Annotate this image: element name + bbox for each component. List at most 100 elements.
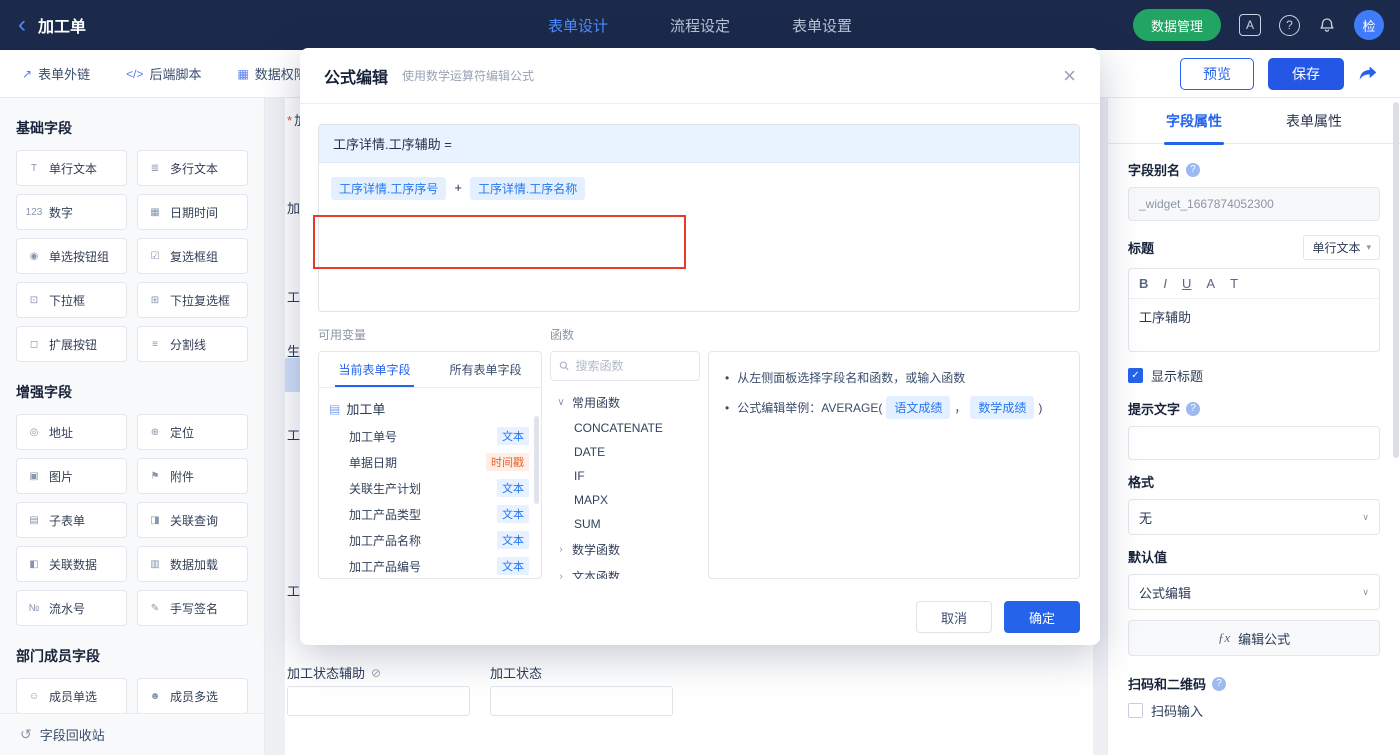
- notification-bell-icon[interactable]: [1318, 16, 1336, 34]
- help-question-icon[interactable]: ?: [1212, 676, 1227, 691]
- variables-group-row[interactable]: ▤ 加工单: [319, 394, 541, 423]
- type-badge: 文本: [497, 531, 529, 549]
- help-question-icon[interactable]: ?: [1186, 162, 1201, 177]
- variable-row[interactable]: 加工单号 文本: [319, 423, 541, 449]
- tab-current-form-fields[interactable]: 当前表单字段: [319, 352, 430, 387]
- function-group-text[interactable]: › 文本函数: [552, 563, 698, 579]
- function-item[interactable]: SUM: [552, 512, 698, 536]
- confirm-button[interactable]: 确定: [1004, 601, 1080, 633]
- field-button-serial-number[interactable]: № 流水号: [16, 590, 127, 626]
- default-value-select[interactable]: 公式编辑 ∨: [1128, 574, 1380, 610]
- clipped-field-label: 工: [287, 428, 301, 443]
- title-label: 标题: [1128, 241, 1155, 256]
- italic-button[interactable]: I: [1163, 276, 1167, 291]
- field-button-member-multi[interactable]: ☻ 成员多选: [137, 678, 248, 714]
- hint-input[interactable]: [1128, 426, 1380, 460]
- field-button-checkbox-group[interactable]: ☑ 复选框组: [137, 238, 248, 274]
- status-helper-field-label: 加工状态辅助 ⊘: [287, 663, 381, 682]
- data-permission-button[interactable]: ▦ 数据权限: [237, 64, 306, 83]
- function-group-math[interactable]: › 数学函数: [552, 536, 698, 563]
- type-badge: 文本: [497, 427, 529, 445]
- scrollbar-thumb[interactable]: [534, 416, 539, 504]
- function-item[interactable]: MAPX: [552, 488, 698, 512]
- save-button[interactable]: 保存: [1268, 57, 1344, 90]
- underline-button[interactable]: U: [1182, 276, 1191, 291]
- field-button-linked-query[interactable]: ◨ 关联查询: [137, 502, 248, 538]
- formula-editor-box: 工序详情.工序辅助 = 工序详情.工序序号 + 工序详情.工序名称: [318, 124, 1080, 312]
- edit-formula-button[interactable]: ƒx 编辑公式: [1128, 620, 1380, 656]
- formula-field-tag[interactable]: 工序详情.工序序号: [331, 177, 447, 200]
- field-button-linked-data[interactable]: ◧ 关联数据: [16, 546, 127, 582]
- field-button-image[interactable]: ▣ 图片: [16, 458, 127, 494]
- field-button-radio-group[interactable]: ◉ 单选按钮组: [16, 238, 127, 274]
- show-title-checkbox[interactable]: ✓: [1128, 368, 1143, 383]
- preview-button[interactable]: 预览: [1180, 57, 1254, 90]
- scrollbar-thumb[interactable]: [1393, 102, 1399, 458]
- cancel-button[interactable]: 取消: [916, 601, 992, 633]
- field-button-single-line-text[interactable]: T 单行文本: [16, 150, 127, 186]
- font-size-button[interactable]: T: [1230, 276, 1238, 291]
- field-recycle-bin[interactable]: ↺ 字段回收站: [0, 713, 264, 755]
- function-item[interactable]: CONCATENATE: [552, 416, 698, 440]
- scan-input-checkbox[interactable]: [1128, 703, 1143, 718]
- back-icon[interactable]: ‹: [16, 13, 28, 37]
- backend-script-button[interactable]: </> 后端脚本: [126, 64, 201, 83]
- field-button-attachment[interactable]: ⚑ 附件: [137, 458, 248, 494]
- field-button-datetime[interactable]: ▦ 日期时间: [137, 194, 248, 230]
- status-input[interactable]: [490, 686, 673, 716]
- field-button-number[interactable]: 123 数字: [16, 194, 127, 230]
- formula-field-tag[interactable]: 工序详情.工序名称: [469, 177, 586, 200]
- language-icon[interactable]: A: [1239, 14, 1261, 36]
- tab-form-settings[interactable]: 表单设置: [792, 15, 852, 36]
- formula-content-area[interactable]: 工序详情.工序序号 + 工序详情.工序名称: [319, 163, 1079, 311]
- title-editor-content[interactable]: 工序辅助: [1129, 299, 1379, 351]
- help-icon[interactable]: ?: [1279, 14, 1300, 36]
- function-item[interactable]: IF: [552, 464, 698, 488]
- field-button-dropdown-multiselect[interactable]: ⊞ 下拉复选框: [137, 282, 248, 318]
- variable-row[interactable]: 加工产品名称 文本: [319, 527, 541, 553]
- tab-all-form-fields[interactable]: 所有表单字段: [430, 352, 541, 387]
- tab-flow-settings[interactable]: 流程设定: [670, 15, 730, 36]
- field-alias-input[interactable]: [1128, 187, 1380, 221]
- field-button-multiline-text[interactable]: ≣ 多行文本: [137, 150, 248, 186]
- data-manage-button[interactable]: 数据管理: [1132, 9, 1221, 41]
- type-badge: 文本: [497, 557, 529, 575]
- variable-row[interactable]: 关联生产计划 文本: [319, 475, 541, 501]
- signature-icon: ✎: [150, 602, 160, 614]
- variable-row[interactable]: 加工产品编号 文本: [319, 553, 541, 578]
- title-type-select[interactable]: 单行文本 ▾: [1303, 235, 1380, 260]
- field-button-address[interactable]: ◎ 地址: [16, 414, 127, 450]
- share-icon[interactable]: [1358, 65, 1378, 83]
- close-icon[interactable]: ×: [1063, 64, 1076, 87]
- field-button-member-single[interactable]: ☺ 成员单选: [16, 678, 127, 714]
- tab-form-properties[interactable]: 表单属性: [1284, 97, 1344, 145]
- variable-row[interactable]: 单据日期 时间戳: [319, 449, 541, 475]
- formula-target-bar: 工序详情.工序辅助 =: [319, 125, 1079, 163]
- formula-target: 工序详情.工序辅助 =: [333, 137, 452, 152]
- hidden-eye-icon: ⊘: [371, 665, 382, 680]
- field-button-location[interactable]: ⊕ 定位: [137, 414, 248, 450]
- field-button-data-load[interactable]: ▥ 数据加载: [137, 546, 248, 582]
- field-button-extend-button[interactable]: ◻ 扩展按钮: [16, 326, 127, 362]
- tab-field-properties[interactable]: 字段属性: [1164, 97, 1224, 145]
- bold-button[interactable]: B: [1139, 276, 1148, 291]
- clipped-field-label: 工: [287, 584, 301, 599]
- help-question-icon[interactable]: ?: [1186, 401, 1201, 416]
- tab-form-design[interactable]: 表单设计: [548, 15, 608, 36]
- font-color-button[interactable]: A: [1206, 276, 1215, 291]
- field-button-divider[interactable]: ≡ 分割线: [137, 326, 248, 362]
- form-external-link-button[interactable]: ↗ 表单外链: [22, 64, 90, 83]
- serial-number-icon: №: [28, 602, 40, 614]
- field-button-dropdown[interactable]: ⊡ 下拉框: [16, 282, 127, 318]
- status-helper-input[interactable]: [287, 686, 470, 716]
- function-item[interactable]: DATE: [552, 440, 698, 464]
- field-button-signature[interactable]: ✎ 手写签名: [137, 590, 248, 626]
- function-group-common[interactable]: ∨ 常用函数: [552, 389, 698, 416]
- field-button-subform[interactable]: ▤ 子表单: [16, 502, 127, 538]
- avatar[interactable]: 检: [1354, 10, 1384, 40]
- properties-panel: 字段属性 表单属性 字段别名 ? 标题 单行文本 ▾ B I U: [1107, 98, 1400, 755]
- format-select[interactable]: 无 ∨: [1128, 499, 1380, 535]
- function-search-input[interactable]: [575, 359, 691, 373]
- variable-name: 加工产品编号: [349, 559, 422, 574]
- variable-row[interactable]: 加工产品类型 文本: [319, 501, 541, 527]
